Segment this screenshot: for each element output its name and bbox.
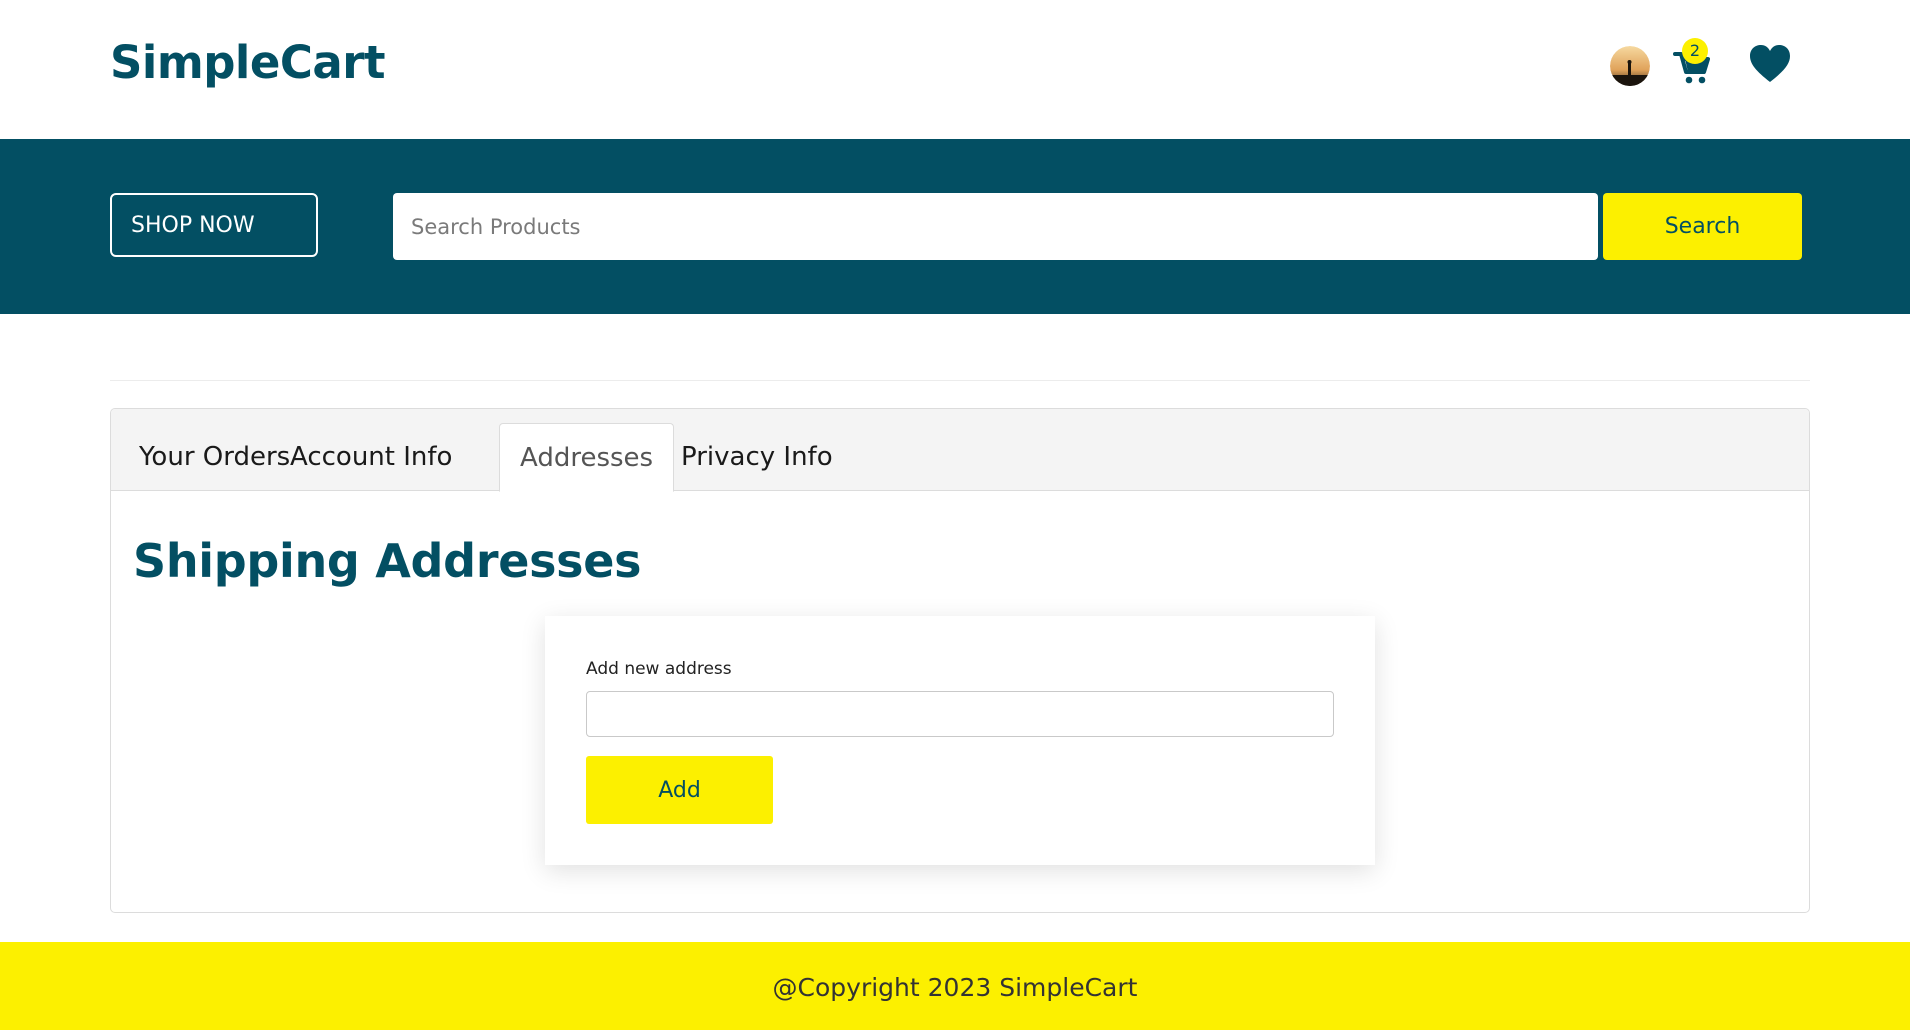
tab-addresses[interactable]: Addresses	[499, 423, 675, 492]
copyright-text: @Copyright 2023 SimpleCart	[772, 973, 1138, 1002]
search-button[interactable]: Search	[1603, 193, 1802, 260]
account-tabs: Your Orders Account Info Addresses Priva…	[111, 409, 1809, 492]
search-banner: SHOP NOW Search	[0, 139, 1910, 314]
tab-account-info[interactable]: Account Info	[270, 423, 472, 491]
shop-now-button[interactable]: SHOP NOW	[110, 193, 318, 257]
address-input[interactable]	[586, 691, 1334, 737]
search-input[interactable]	[393, 193, 1598, 260]
add-address-form: Add new address Add	[545, 616, 1375, 865]
page-title: Shipping Addresses	[133, 534, 642, 588]
site-logo[interactable]: SimpleCart	[110, 36, 385, 89]
user-avatar[interactable]	[1610, 46, 1650, 86]
tab-privacy-info[interactable]: Privacy Info	[661, 423, 853, 491]
section-divider	[110, 380, 1810, 381]
add-address-label: Add new address	[586, 659, 732, 679]
top-header: SimpleCart 2	[0, 0, 1910, 139]
avatar-image	[1610, 46, 1650, 86]
site-footer: @Copyright 2023 SimpleCart	[0, 942, 1910, 1030]
cart-count-badge: 2	[1682, 38, 1708, 64]
add-address-button[interactable]: Add	[586, 756, 773, 824]
heart-icon	[1750, 45, 1790, 82]
wishlist-button[interactable]	[1748, 44, 1792, 84]
